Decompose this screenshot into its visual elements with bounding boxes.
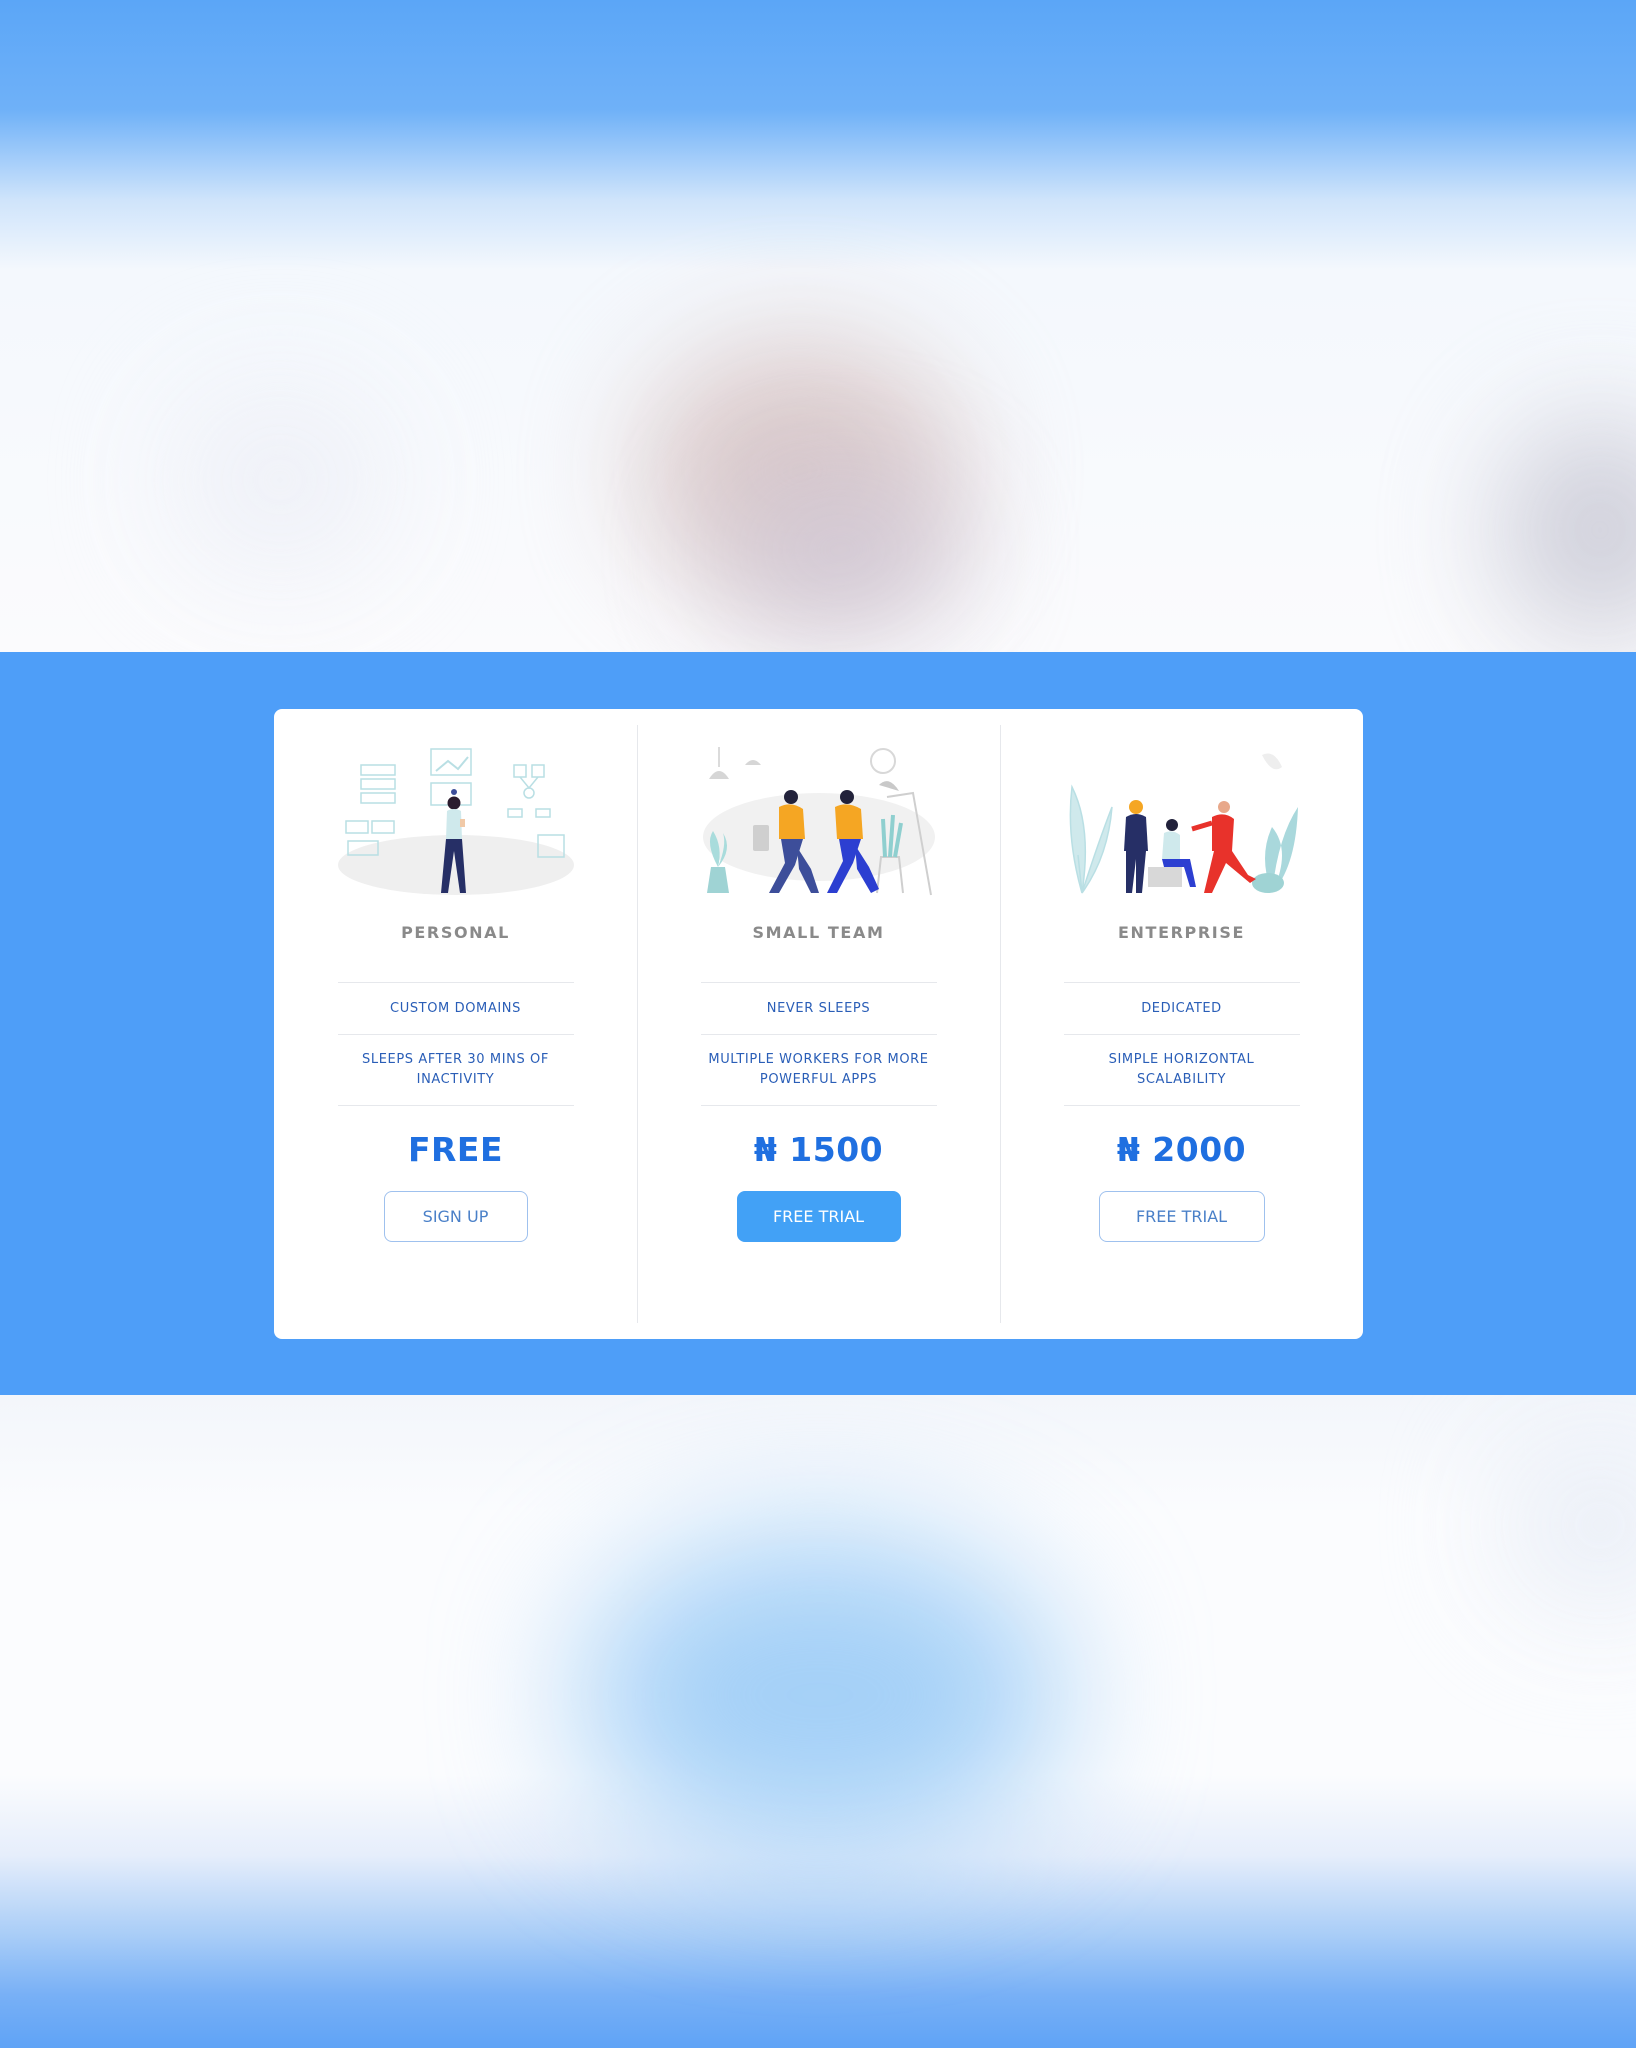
plan-small-team: SMALL TEAM NEVER SLEEPS MULTIPLE WORKERS… <box>637 709 1000 1339</box>
plan-price: ₦ 1500 <box>753 1130 884 1169</box>
plan-price: ₦ 2000 <box>1116 1130 1247 1169</box>
free-trial-button[interactable]: FREE TRIAL <box>1098 1191 1265 1242</box>
plan-price: FREE <box>407 1130 504 1169</box>
two-people-walking-illustration <box>702 747 935 896</box>
plan-name: SMALL TEAM <box>752 923 885 942</box>
feature-item: SLEEPS AFTER 30 MINS OF INACTIVITY <box>337 1035 574 1106</box>
person-with-dashboard-illustration <box>337 748 574 895</box>
feature-list: DEDICATED SIMPLE HORIZONTAL SCALABILITY <box>1063 982 1300 1106</box>
feature-item: SIMPLE HORIZONTAL SCALABILITY <box>1063 1035 1300 1106</box>
team-meeting-illustration <box>1069 753 1298 894</box>
plan-name: PERSONAL <box>401 923 510 942</box>
feature-list: NEVER SLEEPS MULTIPLE WORKERS FOR MORE P… <box>700 982 937 1106</box>
plan-enterprise: ENTERPRISE DEDICATED SIMPLE HORIZONTAL S… <box>1000 709 1363 1339</box>
feature-item: NEVER SLEEPS <box>700 983 937 1035</box>
plan-name: ENTERPRISE <box>1118 923 1245 942</box>
pricing-card: PERSONAL CUSTOM DOMAINS SLEEPS AFTER 30 … <box>274 709 1363 1339</box>
hero-blurred-background <box>0 0 1636 652</box>
feature-item: CUSTOM DOMAINS <box>337 983 574 1035</box>
footer-blurred-background <box>0 1395 1636 2048</box>
plan-personal: PERSONAL CUSTOM DOMAINS SLEEPS AFTER 30 … <box>274 709 637 1339</box>
feature-item: DEDICATED <box>1063 983 1300 1035</box>
feature-list: CUSTOM DOMAINS SLEEPS AFTER 30 MINS OF I… <box>337 982 574 1106</box>
feature-item: MULTIPLE WORKERS FOR MORE POWERFUL APPS <box>700 1035 937 1106</box>
free-trial-button[interactable]: FREE TRIAL <box>736 1191 901 1242</box>
sign-up-button[interactable]: SIGN UP <box>383 1191 528 1242</box>
